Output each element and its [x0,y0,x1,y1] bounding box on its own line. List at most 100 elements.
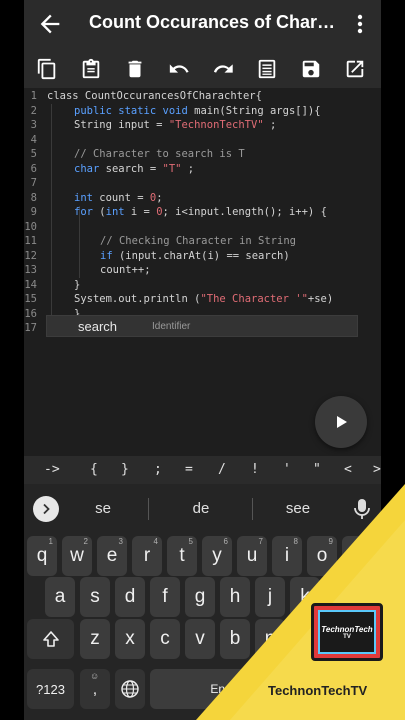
back-arrow-icon[interactable] [36,10,64,38]
comma-key[interactable]: , ☺ [80,669,110,709]
line-number: 7 [30,177,37,189]
autocomplete-kind: Identifier [152,321,191,332]
line-number: 3 [30,119,37,131]
key-e[interactable]: e3 [97,536,127,576]
suggestion-divider [252,498,253,520]
key-r[interactable]: r4 [132,536,162,576]
symbol-key[interactable]: > [373,462,381,477]
line-number: 6 [30,162,37,175]
copy-icon[interactable] [32,54,62,84]
line-number-gutter: 1 2 3 4 5 6 7 8 9 10 11 12 13 14 15 16 1… [24,88,44,456]
symbol-key[interactable]: < [344,462,352,477]
line-number: 14 [24,278,37,291]
key-b[interactable]: b [220,619,250,659]
suggestion-word[interactable]: se [73,500,133,517]
language-key[interactable] [115,669,145,709]
code-line-5: // Character to search is T [74,148,245,160]
indent-guide [51,104,52,322]
key-c[interactable]: c [150,619,180,659]
code-line-8: int count = 0; [74,191,163,204]
microphone-icon[interactable] [353,497,371,521]
suggestion-word[interactable]: see [268,500,328,517]
logo-line-2: TV [343,633,351,640]
delete-icon[interactable] [120,54,150,84]
suggestion-word[interactable]: de [171,500,231,517]
key-t[interactable]: t5 [167,536,197,576]
key-y[interactable]: y6 [202,536,232,576]
globe-icon [121,680,139,698]
undo-icon[interactable] [164,54,194,84]
line-number: 1 [30,90,37,102]
line-number: 15 [24,293,37,305]
key-j[interactable]: j [255,577,285,617]
code-line-2: public static void main(String args[]){ [74,104,321,117]
key-h[interactable]: h [220,577,250,617]
play-icon [337,416,347,428]
key-z[interactable]: z [80,619,110,659]
code-editor[interactable]: 1 2 3 4 5 6 7 8 9 10 11 12 13 14 15 16 1… [24,88,381,456]
app-bar: Count Occurances of Charact… [24,0,381,48]
line-number: 2 [30,104,37,117]
symbol-key[interactable]: " [313,462,321,477]
expand-suggestions-button[interactable] [33,496,59,522]
autocomplete-word: search [78,319,118,334]
logo-line-1: TechnonTech [321,624,373,634]
symbols-key[interactable]: ?123 [27,669,74,709]
paste-icon[interactable] [76,54,106,84]
line-number: 13 [24,264,37,276]
code-line-13: count++; [100,264,151,276]
key-f[interactable]: f [150,577,180,617]
symbol-key[interactable]: -> [44,462,60,477]
code-line-1: class CountOccurancesOfCharachter{ [47,90,262,102]
page-title: Count Occurances of Charact… [89,12,339,32]
key-o[interactable]: o9 [307,536,337,576]
symbol-key[interactable]: = [185,462,193,477]
code-line-15: System.out.println ("The Character '"+se… [74,293,334,305]
open-external-icon[interactable] [340,54,370,84]
keyboard-suggestion-bar: se de see [24,484,381,532]
code-line-11: // Checking Character in String [100,235,296,247]
line-number: 8 [30,191,37,204]
key-p[interactable]: p0 [342,536,372,576]
key-s[interactable]: s [80,577,110,617]
symbol-key[interactable]: / [218,462,226,477]
key-i[interactable]: i8 [272,536,302,576]
shift-icon [42,631,59,647]
symbol-key[interactable]: ! [251,462,259,477]
key-g[interactable]: g [185,577,215,617]
symbol-bar: -> { } ; = / ! ' " < > [24,456,381,484]
line-number: 5 [30,148,37,160]
key-q[interactable]: q1 [27,536,57,576]
code-line-9: for (int i = 0; i<input.length(); i++) { [74,206,327,218]
code-line-14: } [74,278,81,291]
key-u[interactable]: u7 [237,536,267,576]
channel-logo-screen: TechnonTech TV [318,610,376,654]
key-d[interactable]: d [115,577,145,617]
code-line-12: if (input.charAt(i) == search) [100,249,290,262]
more-options-icon[interactable] [350,12,370,36]
symbol-key[interactable]: ' [283,462,291,477]
code-line-6: char search = "T" ; [74,162,195,175]
redo-icon[interactable] [208,54,238,84]
shift-key[interactable] [27,619,74,659]
format-icon[interactable] [252,54,282,84]
key-a[interactable]: a [45,577,75,617]
line-number: 4 [30,133,37,146]
key-n[interactable]: n [255,619,285,659]
run-button[interactable] [315,396,367,448]
key-w[interactable]: w2 [62,536,92,576]
emoji-hint-icon: ☺ [90,671,100,681]
editor-toolbar [24,52,381,86]
suggestion-divider [148,498,149,520]
symbol-key[interactable]: } [121,462,129,477]
symbol-key[interactable]: { [90,462,98,477]
autocomplete-suggestion[interactable]: search Identifier [46,315,358,337]
line-number: 10 [24,220,37,233]
key-x[interactable]: x [115,619,145,659]
line-number: 11 [24,235,37,247]
channel-logo: TechnonTech TV [311,603,383,661]
chevron-right-icon [43,503,50,515]
save-icon[interactable] [296,54,326,84]
key-v[interactable]: v [185,619,215,659]
symbol-key[interactable]: ; [154,462,162,477]
